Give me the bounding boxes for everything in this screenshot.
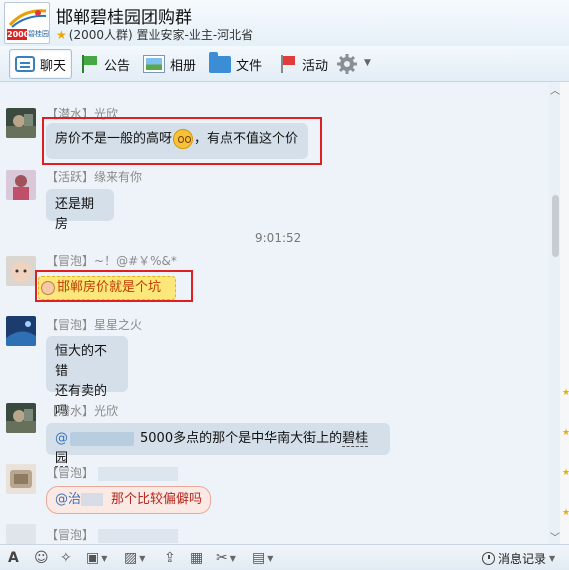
message-timestamp: 9:01:52	[255, 231, 302, 245]
sender-name[interactable]: ~！@#￥%&*	[94, 254, 177, 268]
redacted-name	[98, 528, 179, 543]
tab-files[interactable]: 文件	[204, 49, 267, 79]
magic-icon[interactable]: ✧	[60, 549, 72, 567]
avatar[interactable]	[6, 464, 36, 494]
gear-icon[interactable]	[336, 53, 358, 75]
sender-rank: 【冒泡】	[46, 318, 95, 332]
message-history-button[interactable]: 消息记录 ▼	[482, 550, 555, 567]
tab-chat-label: 聊天	[40, 58, 67, 74]
tab-album[interactable]: 相册	[138, 49, 201, 79]
tab-events-label: 活动	[302, 58, 329, 74]
sender-rank: 【活跃】	[46, 170, 95, 184]
sender-meta: 【冒泡】星星之火	[46, 316, 142, 333]
announcement-flag-icon	[79, 54, 99, 74]
redacted-name	[70, 431, 134, 446]
avatar[interactable]	[6, 108, 36, 138]
sender-rank: 【冒泡】	[46, 528, 95, 542]
redacted-name	[81, 493, 104, 506]
scroll-down-icon[interactable]: ﹀	[550, 529, 560, 544]
group-logo[interactable]: 2000 碧桂园	[4, 2, 50, 44]
group-header: 2000 碧桂园 邯郸碧桂园团购群 ★ (2000人群) 置业安家-业主-河北省	[0, 0, 569, 46]
sender-rank: 【潜水】	[46, 404, 95, 418]
tab-events[interactable]: 活动	[272, 49, 333, 79]
mention-tag[interactable]: @治	[55, 492, 81, 507]
side-star-icon: ★	[562, 468, 569, 478]
star-icon: ★	[56, 27, 67, 42]
side-star-icon: ★	[562, 508, 569, 518]
font-icon[interactable]: A	[8, 549, 19, 567]
gift-icon[interactable]: ▣ ▼	[86, 549, 107, 567]
message-bubble[interactable]: 还是期房	[46, 189, 114, 232]
logo-swoosh-icon	[8, 9, 47, 28]
chat-scrollbar[interactable]	[552, 195, 559, 257]
tab-announcement-label: 公告	[104, 58, 131, 74]
message-bubble-pink[interactable]: @治 那个比较偏僻吗	[46, 486, 212, 514]
avatar[interactable]	[6, 524, 36, 544]
logo-brand: 碧桂园	[28, 30, 49, 38]
settings-dropdown-icon[interactable]: ▼	[364, 58, 371, 68]
sender-name[interactable]: 光欣	[94, 404, 118, 418]
highlight-box	[42, 117, 322, 165]
sender-rank: 【冒泡】	[46, 254, 95, 268]
sender-rank: 【冒泡】	[46, 466, 95, 480]
input-toolbar: A ☺ ✧ ▣ ▼ ▨ ▼ ⇪ ▦ ✂ ▼ ▤ ▼ 消息记录 ▼	[0, 544, 569, 570]
group-subtitle: ★ (2000人群) 置业安家-业主-河北省	[56, 26, 253, 43]
folder-icon	[209, 51, 231, 73]
tab-album-label: 相册	[170, 58, 197, 74]
message-text: 那个比较偏僻吗	[111, 492, 203, 507]
message-bubble[interactable]: 恒大的不错 还有卖的吗	[46, 336, 128, 419]
avatar[interactable]	[6, 403, 36, 433]
sender-name[interactable]: 星星之火	[94, 318, 142, 332]
event-flag-icon	[277, 54, 297, 74]
clean-icon[interactable]: ▦	[190, 549, 203, 567]
redacted-name	[98, 466, 179, 481]
message-history-label: 消息记录	[498, 552, 547, 566]
mention-tag[interactable]: @	[55, 431, 68, 446]
photo-album-icon	[143, 55, 165, 73]
chat-icon	[15, 56, 35, 72]
sender-meta: 【冒泡】~！@#￥%&*	[46, 252, 177, 269]
avatar[interactable]	[6, 316, 36, 346]
sender-meta: 【冒泡】	[46, 464, 179, 481]
message-text: 恒大的不错	[55, 344, 108, 379]
logo-badge: 2000	[7, 29, 30, 40]
emoji-icon[interactable]: ☺	[34, 549, 49, 567]
chevron-down-icon: ▼	[549, 554, 556, 563]
image-icon[interactable]: ▨ ▼	[124, 549, 145, 567]
tab-chat[interactable]: 聊天	[9, 49, 73, 79]
group-subtitle-text: (2000人群) 置业安家-业主-河北省	[68, 28, 254, 42]
message-bubble[interactable]: @5000多点的那个是中华南大街上的碧桂园	[46, 423, 390, 467]
side-star-icon: ★	[562, 388, 569, 398]
side-star-icon: ★	[562, 428, 569, 438]
sender-meta: 【活跃】缘来有你	[46, 168, 142, 185]
music-icon[interactable]: ▤ ▼	[252, 549, 273, 567]
sender-meta: 【潜水】光欣	[46, 402, 118, 419]
sender-meta: 【冒泡】	[46, 526, 179, 543]
upload-icon[interactable]: ⇪	[164, 549, 176, 567]
tab-announcement[interactable]: 公告	[74, 49, 135, 79]
sender-name[interactable]: 缘来有你	[94, 170, 142, 184]
scroll-up-icon[interactable]: ︿	[550, 82, 560, 97]
highlight-box	[35, 270, 193, 302]
group-title[interactable]: 邯郸碧桂园团购群	[56, 3, 192, 28]
tab-files-label: 文件	[236, 58, 263, 74]
scissors-icon[interactable]: ✂ ▼	[216, 549, 236, 567]
avatar[interactable]	[6, 170, 36, 200]
message-text: 5000多点的那个是中华南大街上的	[140, 431, 343, 446]
avatar[interactable]	[6, 256, 36, 286]
clock-icon	[482, 552, 495, 565]
